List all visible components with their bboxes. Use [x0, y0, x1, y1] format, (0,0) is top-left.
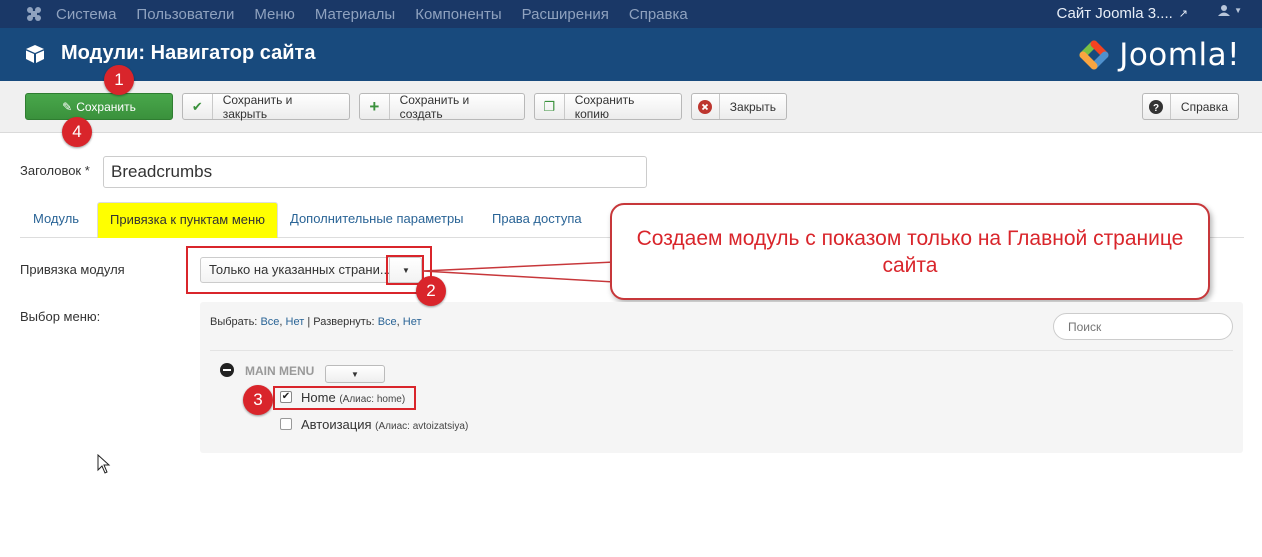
expand-none-link[interactable]: Нет [403, 316, 422, 328]
highlight-home-box [273, 386, 416, 410]
step-badge-2: 2 [416, 276, 446, 306]
step-badge-1: 1 [104, 65, 134, 95]
select-none-link[interactable]: Нет [286, 316, 305, 328]
annotation-callout: Создаем модуль с показом только на Главн… [610, 203, 1210, 300]
menu-item-authorization-alias: (Алиас: avtoizatsiya) [375, 421, 469, 432]
main-menu-title: MAIN MENU [245, 364, 315, 378]
tree-controls: Выбрать: Все, Нет | Развернуть: Все, Нет [210, 316, 422, 328]
expand-all-link[interactable]: Все [378, 316, 397, 328]
select-label: Выбрать: [210, 316, 258, 328]
menu-item-authorization-name: Автоизация [301, 417, 372, 432]
caret-down-icon: ▼ [351, 369, 359, 379]
mouse-cursor-icon [97, 454, 111, 474]
tree-search-input[interactable] [1053, 313, 1233, 340]
autorization-checkbox[interactable] [280, 418, 292, 430]
callout-text: Создаем модуль с показом только на Главн… [636, 227, 1184, 277]
menu-tree-panel: Выбрать: Все, Нет | Развернуть: Все, Нет… [200, 302, 1243, 453]
menu-select-label: Выбор меню: [20, 309, 101, 324]
menu-item-authorization: Автоизация (Алиас: avtoizatsiya) [301, 417, 468, 432]
main-menu-dropdown[interactable]: ▼ [325, 365, 385, 383]
collapse-icon[interactable] [220, 363, 234, 377]
divider [210, 350, 1233, 351]
select-all-link[interactable]: Все [260, 316, 279, 328]
step-badge-3: 3 [243, 385, 273, 415]
expand-label: Развернуть: [313, 316, 375, 328]
step-badge-4: 4 [62, 117, 92, 147]
